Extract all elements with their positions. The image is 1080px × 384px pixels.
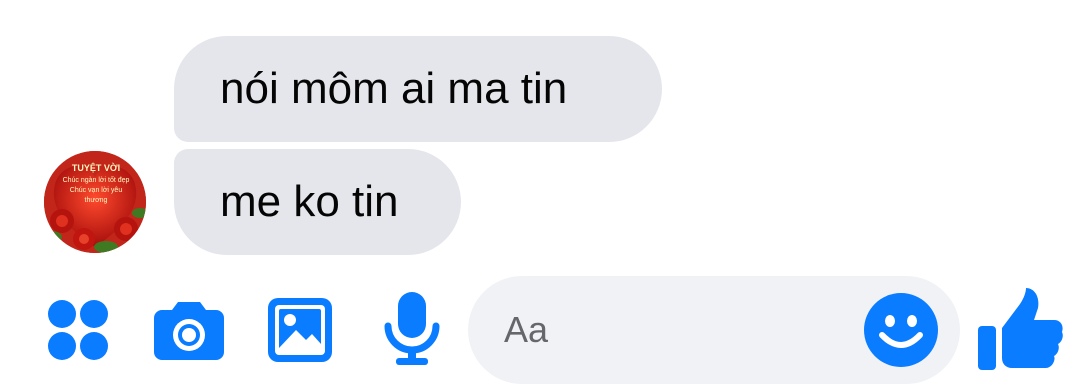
message-thread: nói môm ai ma tin me ko tin TUYỆT VỜI Ch…	[0, 0, 1080, 270]
gallery-button[interactable]	[268, 298, 332, 362]
message-bubble[interactable]: nói môm ai ma tin	[174, 36, 662, 142]
emoji-button[interactable]	[864, 293, 938, 367]
message-text: me ko tin	[220, 177, 399, 226]
thumbs-up-icon	[978, 288, 1063, 370]
avatar-line: Chúc vạn lời yêu	[70, 187, 123, 194]
microphone-icon	[384, 292, 440, 365]
image-icon	[268, 298, 332, 362]
apps-grid-icon	[48, 300, 108, 360]
message-text: nói môm ai ma tin	[220, 64, 568, 113]
smiley-icon	[864, 293, 938, 367]
voice-message-button[interactable]	[384, 292, 440, 366]
camera-button[interactable]	[154, 300, 224, 360]
message-bubble[interactable]: me ko tin	[174, 149, 461, 255]
message-composer: Aa	[0, 276, 1080, 384]
camera-icon	[154, 302, 224, 360]
message-input-placeholder: Aa	[504, 309, 549, 350]
message-input[interactable]: Aa	[468, 276, 960, 384]
contact-avatar[interactable]: TUYỆT VỜI Chúc ngàn lời tốt đẹp Chúc vạn…	[44, 151, 146, 253]
avatar-line: thương	[85, 197, 108, 204]
avatar-line: TUYỆT VỜI	[72, 162, 120, 173]
more-actions-button[interactable]	[46, 298, 110, 362]
like-button[interactable]	[976, 286, 1064, 374]
avatar-line: Chúc ngàn lời tốt đẹp	[63, 175, 130, 184]
